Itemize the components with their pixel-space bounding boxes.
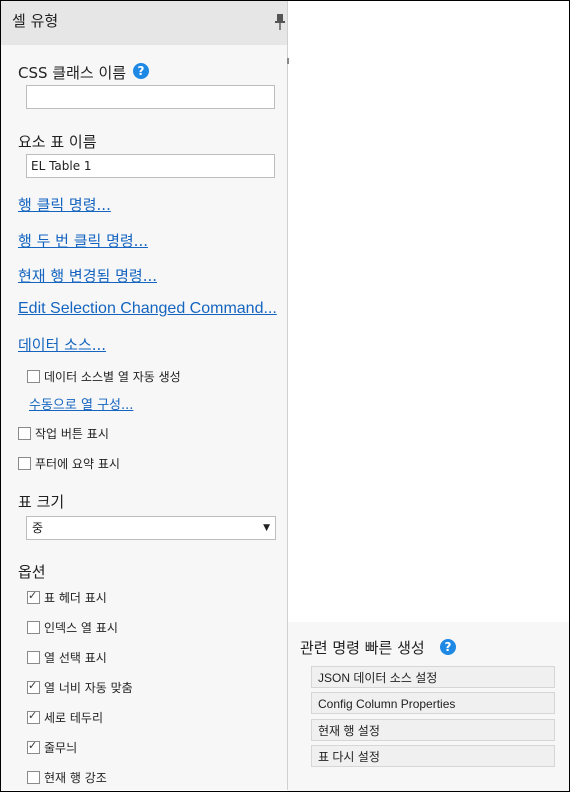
splitter-handle[interactable]: [287, 58, 289, 64]
table-size-value: 중: [32, 521, 44, 535]
cell-type-panel: 셀 유형 CSS 클래스 이름 ? 요소 표 이름 EL Table 1 행 클…: [1, 1, 288, 790]
element-name-label: 요소 표 이름: [18, 133, 97, 151]
option-label-striped: 줄무늬: [44, 741, 78, 755]
help-icon[interactable]: ?: [440, 639, 456, 655]
option-label-column-select: 열 선택 표시: [44, 651, 107, 665]
show-action-buttons-checkbox[interactable]: [18, 427, 31, 440]
show-footer-summary-label: 푸터에 요약 표시: [35, 457, 120, 471]
show-footer-summary-checkbox[interactable]: [18, 457, 31, 470]
css-class-input[interactable]: [26, 85, 275, 109]
option-checkbox-vertical-border[interactable]: [27, 709, 40, 724]
row-double-click-command-link[interactable]: 행 두 번 클릭 명령...: [18, 230, 148, 251]
config-column-properties-button[interactable]: Config Column Properties: [311, 692, 555, 714]
table-size-select[interactable]: 중 ▼: [26, 516, 276, 540]
element-name-input[interactable]: EL Table 1: [26, 154, 275, 178]
option-checkbox-highlight-current-row[interactable]: [27, 771, 40, 784]
table-size-label: 표 크기: [18, 493, 65, 511]
option-checkbox-show-index[interactable]: [27, 621, 40, 634]
option-checkbox-show-header[interactable]: [27, 589, 40, 604]
reset-table-button[interactable]: 표 다시 설정: [311, 745, 555, 767]
panel-header: 셀 유형: [1, 1, 287, 45]
option-label-autofit: 열 너비 자동 맞춤: [44, 681, 133, 695]
option-label-vertical-border: 세로 테두리: [44, 711, 104, 725]
option-label-show-header: 표 헤더 표시: [44, 591, 107, 605]
configure-columns-link[interactable]: 수동으로 열 구성...: [29, 394, 133, 413]
set-current-row-button[interactable]: 현재 행 설정: [311, 719, 555, 741]
quick-generate-panel: 관련 명령 빠른 생성 ? JSON 데이터 소스 설정 Config Colu…: [288, 622, 569, 791]
auto-generate-columns-label: 데이터 소스별 열 자동 생성: [44, 370, 181, 384]
set-json-data-source-button[interactable]: JSON 데이터 소스 설정: [311, 666, 555, 688]
data-source-link[interactable]: 데이터 소스...: [18, 334, 106, 355]
panel-title: 셀 유형: [12, 12, 59, 30]
option-checkbox-column-select[interactable]: [27, 651, 40, 664]
option-label-show-index: 인덱스 열 표시: [44, 621, 118, 635]
current-row-changed-command-link[interactable]: 현재 행 변경됨 명령...: [18, 265, 157, 286]
option-checkbox-striped[interactable]: [27, 739, 40, 754]
option-checkbox-autofit[interactable]: [27, 679, 40, 694]
options-label: 옵션: [18, 563, 46, 581]
show-action-buttons-label: 작업 버튼 표시: [35, 427, 109, 441]
css-class-label: CSS 클래스 이름: [18, 64, 127, 82]
quick-generate-title: 관련 명령 빠른 생성: [300, 639, 425, 657]
auto-generate-columns-checkbox[interactable]: [27, 370, 40, 383]
option-label-highlight-current-row: 현재 행 강조: [44, 771, 107, 785]
edit-selection-changed-command-link[interactable]: Edit Selection Changed Command...: [18, 300, 277, 318]
chevron-down-icon: ▼: [263, 523, 270, 533]
row-click-command-link[interactable]: 행 클릭 명령...: [18, 194, 111, 215]
help-icon[interactable]: ?: [133, 63, 149, 79]
pin-icon[interactable]: [274, 13, 286, 31]
